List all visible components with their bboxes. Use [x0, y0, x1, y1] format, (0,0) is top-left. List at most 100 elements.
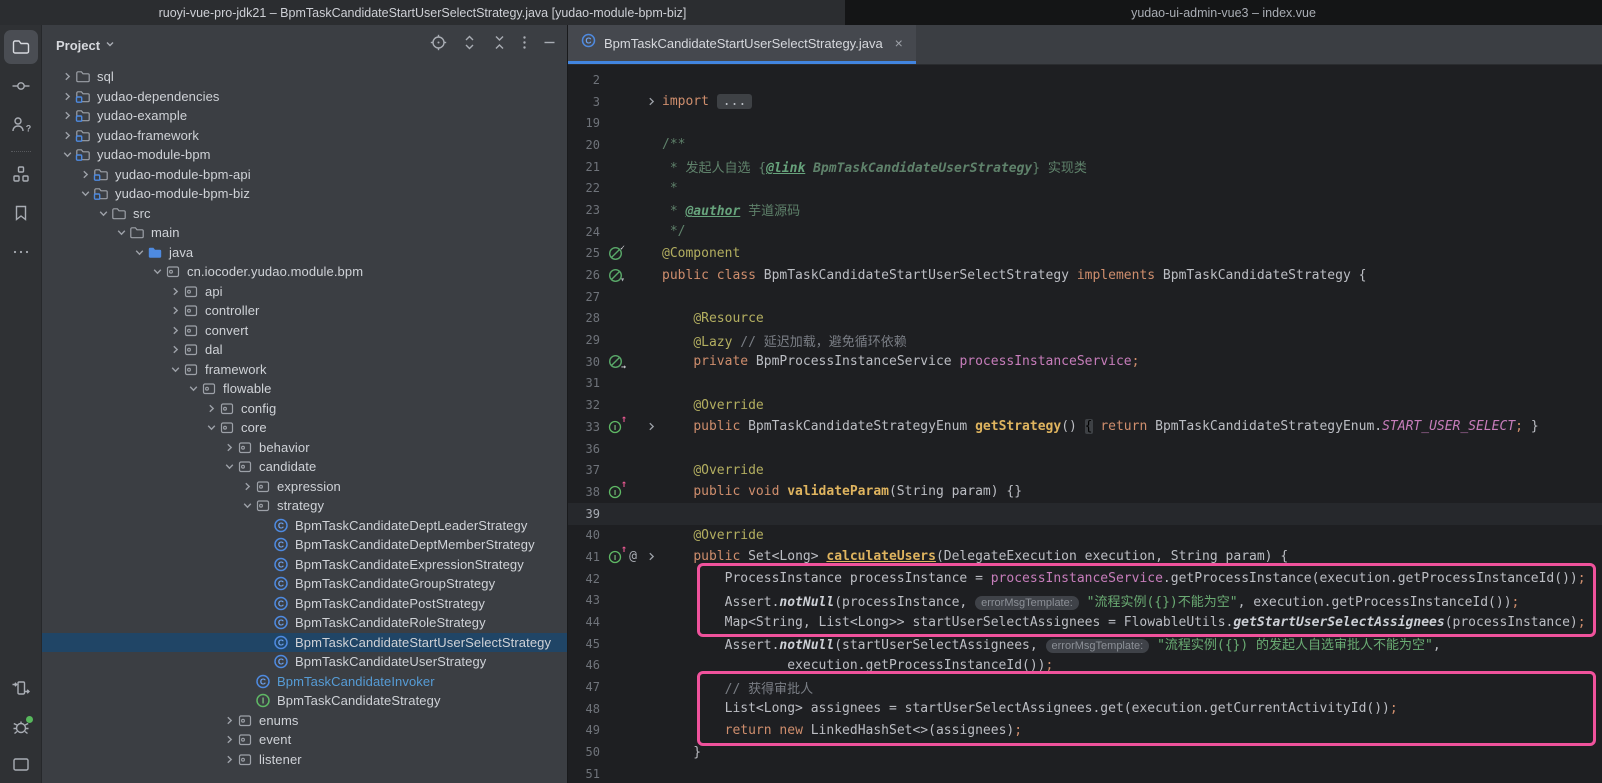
tree-item[interactable]: java — [42, 243, 567, 263]
fold-chevron-icon[interactable] — [644, 551, 658, 562]
clipped-tool-icon[interactable] — [4, 749, 38, 783]
tree-item[interactable]: CBpmTaskCandidateExpressionStrategy — [42, 555, 567, 575]
tree-item[interactable]: listener — [42, 750, 567, 770]
tree-item[interactable]: yudao-module-bpm — [42, 145, 567, 165]
tree-item[interactable]: api — [42, 282, 567, 302]
expand-icon[interactable] — [462, 34, 477, 56]
spring-bean-icon[interactable]: ▾ — [607, 267, 623, 283]
chevron-down-icon[interactable] — [96, 208, 111, 219]
code-line[interactable]: 19 — [568, 112, 1602, 134]
tree-item[interactable]: core — [42, 418, 567, 438]
tree-item[interactable]: yudao-dependencies — [42, 87, 567, 107]
line-number[interactable]: 23 — [568, 203, 600, 217]
tree-item[interactable]: yudao-example — [42, 106, 567, 126]
code-line[interactable]: 26▾public class BpmTaskCandidateStartUse… — [568, 264, 1602, 286]
chevron-right-icon[interactable] — [60, 110, 75, 121]
line-number[interactable]: 27 — [568, 290, 600, 304]
tree-item[interactable]: event — [42, 730, 567, 750]
chevron-down-icon[interactable] — [204, 422, 219, 433]
line-number[interactable]: 28 — [568, 311, 600, 325]
line-number[interactable]: 46 — [568, 658, 600, 672]
tree-item[interactable]: yudao-module-bpm-biz — [42, 184, 567, 204]
chevron-right-icon[interactable] — [240, 481, 255, 492]
chevron-right-icon[interactable] — [204, 403, 219, 414]
pull-requests-icon[interactable]: ? — [4, 108, 38, 142]
chevron-down-icon[interactable] — [132, 247, 147, 258]
project-folder-icon[interactable] — [4, 30, 38, 64]
chevron-down-icon[interactable] — [150, 266, 165, 277]
line-number[interactable]: 30 — [568, 355, 600, 369]
code-line[interactable]: 24 */ — [568, 221, 1602, 243]
line-number[interactable]: 44 — [568, 615, 600, 629]
tree-item[interactable]: enums — [42, 711, 567, 731]
line-number[interactable]: 26 — [568, 268, 600, 282]
tree-item[interactable]: config — [42, 399, 567, 419]
code-line[interactable]: 23 * @author 芋道源码 — [568, 199, 1602, 221]
code-line[interactable]: 20/** — [568, 134, 1602, 156]
line-number[interactable]: 36 — [568, 442, 600, 456]
commit-icon[interactable] — [4, 69, 38, 103]
tree-item[interactable]: main — [42, 223, 567, 243]
tree-item[interactable]: CBpmTaskCandidateUserStrategy — [42, 652, 567, 672]
chevron-right-icon[interactable] — [222, 442, 237, 453]
line-number[interactable]: 50 — [568, 745, 600, 759]
line-number[interactable]: 42 — [568, 572, 600, 586]
code-line[interactable]: 2 — [568, 69, 1602, 91]
tree-item[interactable]: flowable — [42, 379, 567, 399]
chevron-right-icon[interactable] — [168, 286, 183, 297]
code-line[interactable]: 36 — [568, 438, 1602, 460]
code-line[interactable]: 30→ private BpmProcessInstanceService pr… — [568, 351, 1602, 373]
code-line[interactable]: 29 @Lazy // 延迟加载，避免循环依赖 — [568, 329, 1602, 351]
tree-item[interactable]: CBpmTaskCandidateStartUserSelectStrategy — [42, 633, 567, 653]
chevron-right-icon[interactable] — [168, 325, 183, 336]
code-line[interactable]: 51 — [568, 763, 1602, 783]
line-number[interactable]: 37 — [568, 463, 600, 477]
tree-item[interactable]: dal — [42, 340, 567, 360]
line-number[interactable]: 22 — [568, 181, 600, 195]
chevron-right-icon[interactable] — [222, 715, 237, 726]
tree-item[interactable]: src — [42, 204, 567, 224]
tree-item[interactable]: controller — [42, 301, 567, 321]
line-number[interactable]: 32 — [568, 398, 600, 412]
fold-chevron-icon[interactable] — [644, 96, 658, 107]
line-number[interactable]: 38 — [568, 485, 600, 499]
overrides-method-icon[interactable]: I↑ — [607, 419, 623, 435]
chevron-right-icon[interactable] — [60, 130, 75, 141]
line-number[interactable]: 3 — [568, 95, 600, 109]
chevron-down-icon[interactable] — [168, 364, 183, 375]
line-number[interactable]: 21 — [568, 160, 600, 174]
chevron-right-icon[interactable] — [222, 734, 237, 745]
chevron-right-icon[interactable] — [60, 91, 75, 102]
code-line[interactable]: 25✓@Component — [568, 243, 1602, 265]
chevron-down-icon[interactable] — [240, 500, 255, 511]
code-line[interactable]: 40 @Override — [568, 524, 1602, 546]
line-number[interactable]: 45 — [568, 637, 600, 651]
code-line[interactable]: 31 — [568, 373, 1602, 395]
line-number[interactable]: 47 — [568, 680, 600, 694]
tree-item[interactable]: yudao-framework — [42, 126, 567, 146]
tree-item[interactable]: strategy — [42, 496, 567, 516]
line-number[interactable]: 24 — [568, 225, 600, 239]
code-line[interactable]: 38I↑ public void validateParam(String pa… — [568, 481, 1602, 503]
chevron-right-icon[interactable] — [78, 169, 93, 180]
tree-item[interactable]: CBpmTaskCandidateGroupStrategy — [42, 574, 567, 594]
tree-item[interactable]: IBpmTaskCandidateStrategy — [42, 691, 567, 711]
more-tool-windows-icon[interactable] — [4, 235, 38, 269]
line-number[interactable]: 20 — [568, 138, 600, 152]
chevron-right-icon[interactable] — [222, 754, 237, 765]
line-number[interactable]: 31 — [568, 376, 600, 390]
tree-item[interactable]: yudao-module-bpm-api — [42, 165, 567, 185]
annotation-icon[interactable]: @ — [625, 549, 641, 565]
code-line[interactable]: 3import ... — [568, 91, 1602, 113]
code-line[interactable]: 27 — [568, 286, 1602, 308]
services-icon[interactable] — [4, 671, 38, 705]
tree-item[interactable]: CBpmTaskCandidateDeptMemberStrategy — [42, 535, 567, 555]
chevron-right-icon[interactable] — [60, 71, 75, 82]
line-number[interactable]: 49 — [568, 723, 600, 737]
tree-item[interactable]: CBpmTaskCandidateDeptLeaderStrategy — [42, 516, 567, 536]
chevron-right-icon[interactable] — [168, 305, 183, 316]
tab-active-file[interactable]: C BpmTaskCandidateStartUserSelectStrateg… — [568, 25, 916, 64]
line-number[interactable]: 41 — [568, 550, 600, 564]
line-number[interactable]: 33 — [568, 420, 600, 434]
debug-icon[interactable] — [4, 710, 38, 744]
